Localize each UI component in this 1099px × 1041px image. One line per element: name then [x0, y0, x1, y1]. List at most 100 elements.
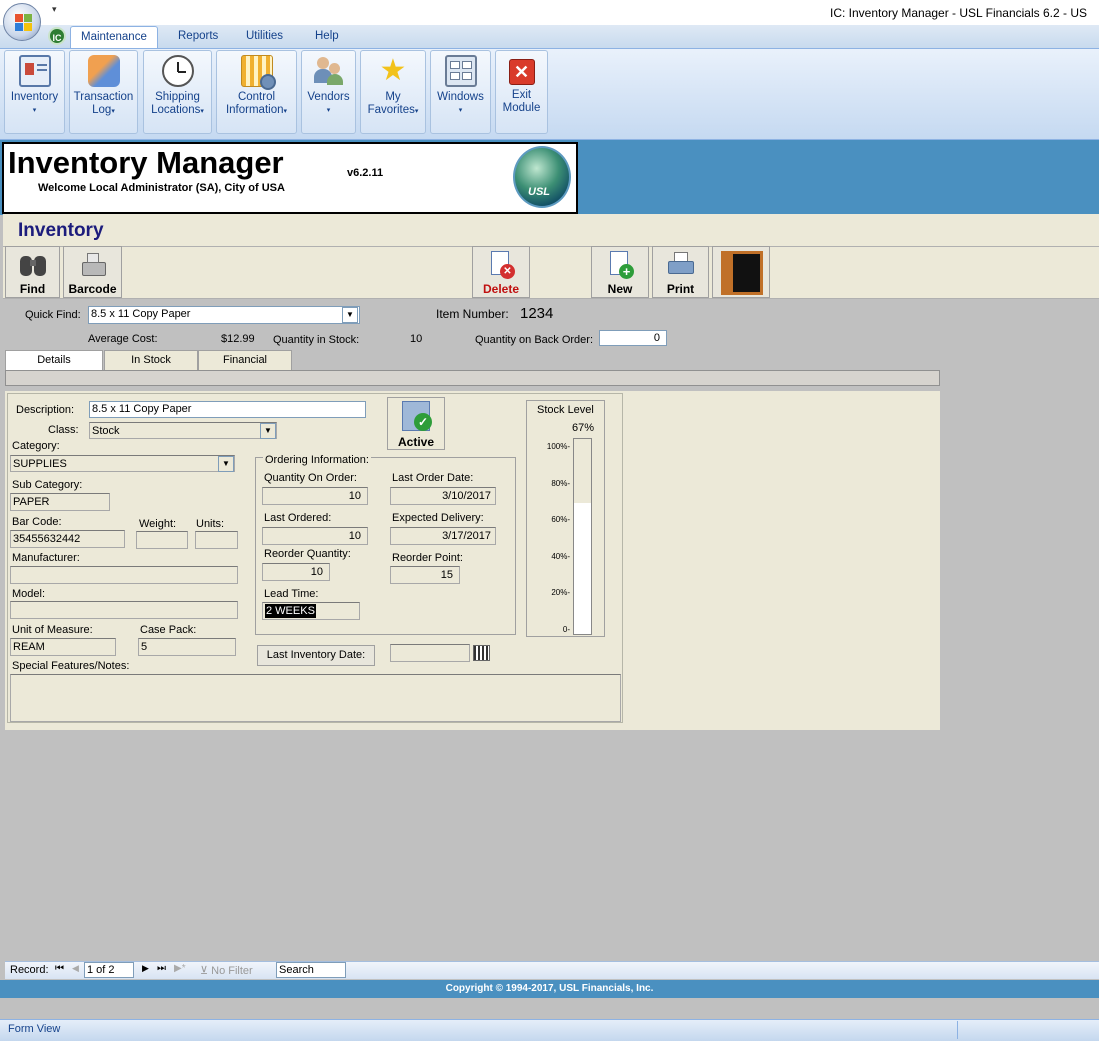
transaction-log-ribbon-button[interactable]: Transaction Log▾ [69, 50, 138, 134]
favorites-button-label-2: Favorites [367, 104, 415, 116]
unit-of-measure-field[interactable]: REAM [10, 638, 116, 656]
class-combo[interactable]: Stock [89, 422, 277, 439]
windows-ribbon-button[interactable]: Windows ▾ [430, 50, 491, 134]
last-order-date-field[interactable]: 3/10/2017 [390, 487, 496, 505]
category-combo[interactable]: SUPPLIES [10, 455, 235, 472]
chevron-down-icon: ▾ [414, 108, 419, 115]
version-label: v6.2.11 [347, 167, 384, 179]
app-heading: Inventory Manager [8, 145, 284, 180]
gauge-tick: 40%- [551, 552, 570, 561]
gauge-tick: 100%- [546, 442, 570, 451]
active-status-button[interactable]: ✓ Active [387, 397, 445, 450]
record-navigation-bar [5, 961, 1099, 979]
chevron-down-icon[interactable]: ▼ [218, 456, 234, 472]
gauge-tick: 60%- [551, 515, 570, 524]
expected-delivery-field[interactable]: 3/17/2017 [390, 527, 496, 545]
windows-button-label: Windows [437, 91, 484, 103]
class-label: Class: [48, 424, 79, 436]
favorites-button-label: My [385, 91, 401, 103]
first-record-icon[interactable]: ⏮ [55, 963, 64, 974]
shipping-locations-ribbon-button[interactable]: Shipping Locations▾ [143, 50, 212, 134]
vendors-ribbon-button[interactable]: Vendors ▾ [301, 50, 356, 134]
next-record-icon[interactable]: ▶ [142, 963, 149, 974]
exit-module-ribbon-button[interactable]: ✕ Exit Module [495, 50, 548, 134]
checkmark-icon: ✓ [414, 413, 432, 431]
current-record-field[interactable]: 1 of 2 [84, 962, 134, 978]
welcome-text: Welcome Local Administrator (SA), City o… [38, 182, 285, 194]
office-button[interactable] [3, 3, 41, 41]
weight-label: Weight: [139, 518, 177, 530]
search-input[interactable]: Search [276, 962, 346, 978]
find-button[interactable]: Find [5, 246, 60, 298]
weight-field[interactable] [136, 531, 188, 549]
print-button[interactable]: Print [652, 246, 709, 298]
units-field[interactable] [195, 531, 238, 549]
filter-icon: ⊻ [200, 965, 209, 977]
control-information-ribbon-button[interactable]: Control Information▾ [216, 50, 297, 134]
reorder-point-field[interactable]: 15 [390, 566, 460, 584]
manufacturer-label: Manufacturer: [12, 552, 80, 564]
calendar-icon[interactable] [473, 645, 490, 661]
stock-level-percent: 67% [572, 422, 595, 434]
manufacturer-field[interactable] [10, 566, 238, 584]
shipping-button-label: Shipping [155, 91, 200, 103]
qty-back-order-field[interactable]: 0 [599, 330, 667, 346]
category-label: Category: [12, 440, 60, 452]
delete-button[interactable]: ✕ Delete [472, 246, 530, 298]
qty-in-stock-value: 10 [410, 333, 423, 345]
expected-delivery-label: Expected Delivery: [392, 512, 484, 524]
print-label: Print [666, 282, 695, 296]
my-favorites-ribbon-button[interactable]: ★ My Favorites▾ [360, 50, 426, 134]
tab-financial[interactable]: Financial [198, 350, 292, 370]
new-button[interactable]: + New [591, 246, 649, 298]
tab-utilities[interactable]: Utilities [236, 26, 293, 48]
ribbon-tab-strip [0, 25, 1099, 48]
no-filter-label[interactable]: ⊻ No Filter [200, 964, 253, 977]
last-record-icon[interactable]: ⏭ [157, 963, 166, 974]
quick-find-combo[interactable]: 8.5 x 11 Copy Paper [88, 306, 360, 324]
reorder-quantity-field[interactable]: 10 [262, 563, 330, 581]
last-ordered-field[interactable]: 10 [262, 527, 368, 545]
tab-details[interactable]: Details [5, 350, 103, 371]
item-number-value: 1234 [520, 305, 554, 322]
windows-icon [444, 55, 477, 87]
status-divider [957, 1021, 958, 1039]
tab-maintenance[interactable]: Maintenance [70, 26, 158, 48]
reorder-quantity-label: Reorder Quantity: [264, 548, 351, 560]
sub-category-label: Sub Category: [12, 479, 83, 491]
reorder-point-label: Reorder Point: [392, 552, 463, 564]
model-field[interactable] [10, 601, 238, 619]
barcode-button[interactable]: Barcode [63, 246, 122, 298]
chevron-down-icon: ▾ [458, 107, 463, 114]
exit-door-icon [721, 251, 763, 295]
new-record-icon[interactable]: ▶* [174, 963, 186, 974]
average-cost-label: Average Cost: [88, 333, 158, 345]
previous-record-icon[interactable]: ◀ [72, 963, 79, 974]
last-inventory-date-button[interactable]: Last Inventory Date: [257, 645, 375, 666]
last-inventory-date-field[interactable] [390, 644, 470, 662]
control-button-label: Control [237, 91, 276, 103]
inventory-ribbon-button[interactable]: Inventory ▾ [4, 50, 65, 134]
delete-label: Delete [482, 282, 520, 296]
qty-on-order-field[interactable]: 10 [262, 487, 368, 505]
chevron-down-icon[interactable]: ▼ [342, 307, 358, 323]
notes-field[interactable] [10, 674, 621, 722]
description-field[interactable]: 8.5 x 11 Copy Paper [89, 401, 366, 418]
quick-find-label: Quick Find: [25, 309, 81, 321]
tab-reports[interactable]: Reports [168, 26, 228, 48]
tab-help[interactable]: Help [305, 26, 349, 48]
close-form-door-button[interactable] [712, 246, 770, 298]
chevron-down-icon[interactable]: ▼ [260, 423, 276, 439]
sub-category-field[interactable]: PAPER [10, 493, 110, 511]
bar-code-field[interactable]: 35455632442 [10, 530, 125, 548]
exit-x-icon: ✕ [508, 59, 535, 85]
stock-level-gauge [573, 438, 592, 635]
tab-in-stock[interactable]: In Stock [104, 350, 198, 370]
quick-access-toolbar-dropdown[interactable]: ▾ [52, 4, 57, 15]
vendors-button-label: Vendors [307, 91, 350, 103]
lead-time-field[interactable]: 2 WEEKS [262, 602, 360, 620]
case-pack-field[interactable]: 5 [138, 638, 236, 656]
lead-time-label: Lead Time: [264, 588, 319, 600]
delete-document-icon: ✕ [486, 250, 516, 280]
status-bar [0, 1019, 1099, 1041]
